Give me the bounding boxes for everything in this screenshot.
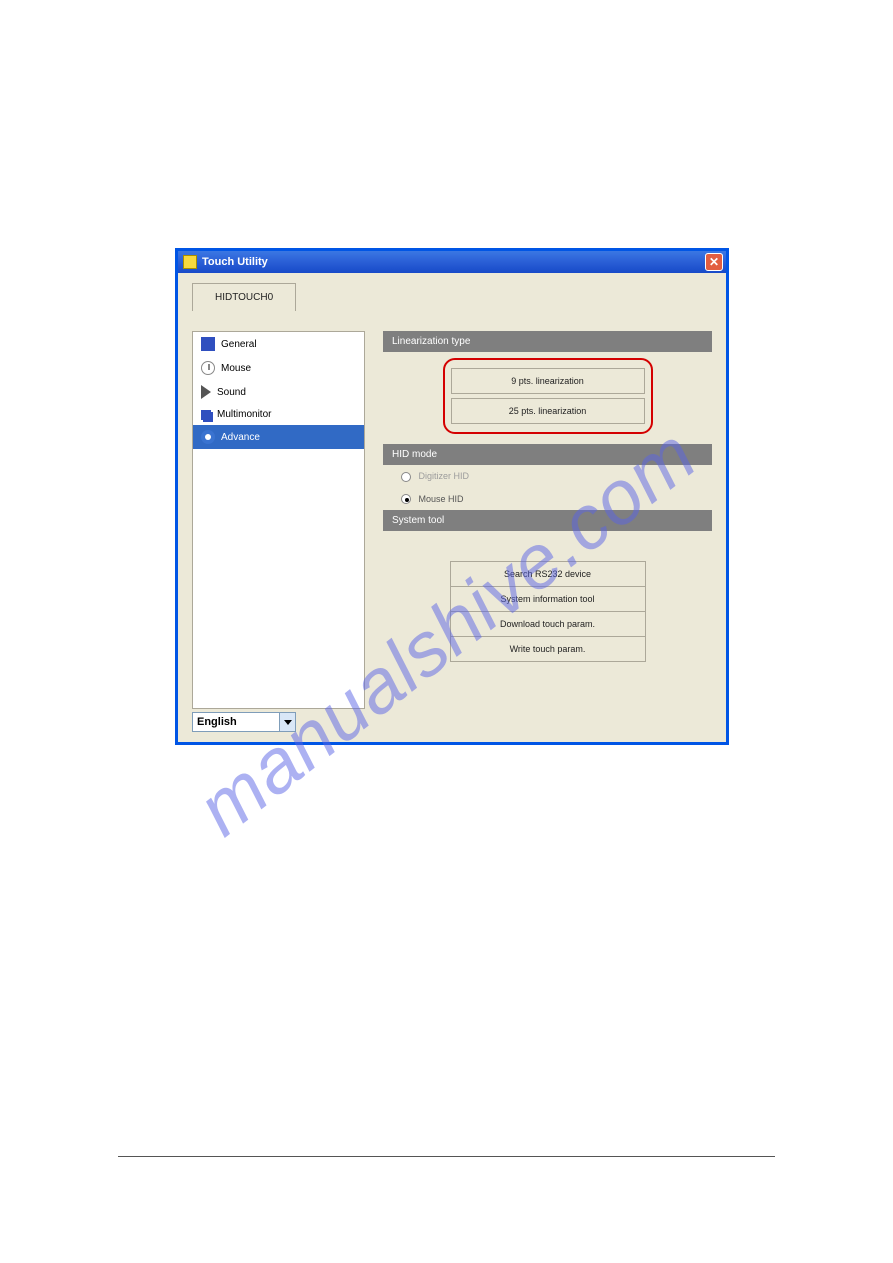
language-select[interactable]: English bbox=[192, 712, 296, 732]
sidebar-item-sound[interactable]: Sound bbox=[193, 380, 364, 404]
radio-icon bbox=[401, 494, 411, 504]
gear-icon bbox=[201, 430, 215, 444]
download-param-button[interactable]: Download touch param. bbox=[450, 612, 646, 637]
general-icon bbox=[201, 337, 215, 351]
sidebar-item-label: General bbox=[221, 339, 257, 350]
mouse-icon bbox=[201, 361, 215, 375]
sidebar-item-advance[interactable]: Advance bbox=[193, 425, 364, 449]
window-body: General Mouse Sound Multimonitor Advance… bbox=[178, 311, 726, 719]
language-selected: English bbox=[197, 716, 237, 728]
button-label: Write touch param. bbox=[510, 644, 586, 654]
chevron-down-icon bbox=[279, 713, 295, 731]
sidebar-item-label: Mouse bbox=[221, 363, 251, 374]
device-tabs: HIDTOUCH0 bbox=[192, 283, 726, 311]
touch-utility-window: Touch Utility ✕ HIDTOUCH0 General Mouse … bbox=[175, 248, 729, 745]
sidebar-item-mouse[interactable]: Mouse bbox=[193, 356, 364, 380]
sidebar-item-label: Advance bbox=[221, 432, 260, 443]
tab-hidtouch0[interactable]: HIDTOUCH0 bbox=[192, 283, 296, 311]
tab-label: HIDTOUCH0 bbox=[215, 292, 273, 303]
sidebar-item-general[interactable]: General bbox=[193, 332, 364, 356]
multimonitor-icon bbox=[201, 410, 211, 420]
button-label: 25 pts. linearization bbox=[509, 406, 587, 416]
app-icon bbox=[183, 255, 197, 269]
settings-content: Linearization type 9 pts. linearization … bbox=[383, 331, 712, 709]
sidebar-item-multimonitor[interactable]: Multimonitor bbox=[193, 404, 364, 425]
system-tool-buttons: Search RS232 device System information t… bbox=[383, 531, 712, 662]
sound-icon bbox=[201, 385, 211, 399]
radio-label: Mouse HID bbox=[419, 494, 464, 504]
system-info-button[interactable]: System information tool bbox=[450, 587, 646, 612]
button-label: System information tool bbox=[500, 594, 594, 604]
hid-mode-section-header: HID mode bbox=[383, 444, 712, 465]
linearization-9pts-button[interactable]: 9 pts. linearization bbox=[451, 368, 645, 394]
sidebar-item-label: Sound bbox=[217, 387, 246, 398]
linearization-section-header: Linearization type bbox=[383, 331, 712, 352]
radio-icon bbox=[401, 472, 411, 482]
sidebar-item-label: Multimonitor bbox=[217, 409, 271, 420]
window-title: Touch Utility bbox=[202, 256, 268, 268]
linearization-buttons-highlight: 9 pts. linearization 25 pts. linearizati… bbox=[443, 358, 653, 434]
window-titlebar[interactable]: Touch Utility ✕ bbox=[178, 251, 726, 273]
radio-label: Digitizer HID bbox=[419, 471, 470, 481]
button-label: Download touch param. bbox=[500, 619, 595, 629]
write-param-button[interactable]: Write touch param. bbox=[450, 637, 646, 662]
button-label: 9 pts. linearization bbox=[511, 376, 584, 386]
hid-digitizer-radio: Digitizer HID bbox=[383, 465, 712, 488]
settings-sidebar: General Mouse Sound Multimonitor Advance bbox=[192, 331, 365, 709]
button-label: Search RS232 device bbox=[504, 569, 591, 579]
linearization-25pts-button[interactable]: 25 pts. linearization bbox=[451, 398, 645, 424]
search-rs232-button[interactable]: Search RS232 device bbox=[450, 561, 646, 587]
hid-mouse-radio[interactable]: Mouse HID bbox=[383, 488, 712, 511]
page-divider bbox=[118, 1156, 775, 1157]
close-icon[interactable]: ✕ bbox=[705, 253, 723, 271]
system-tool-section-header: System tool bbox=[383, 510, 712, 531]
